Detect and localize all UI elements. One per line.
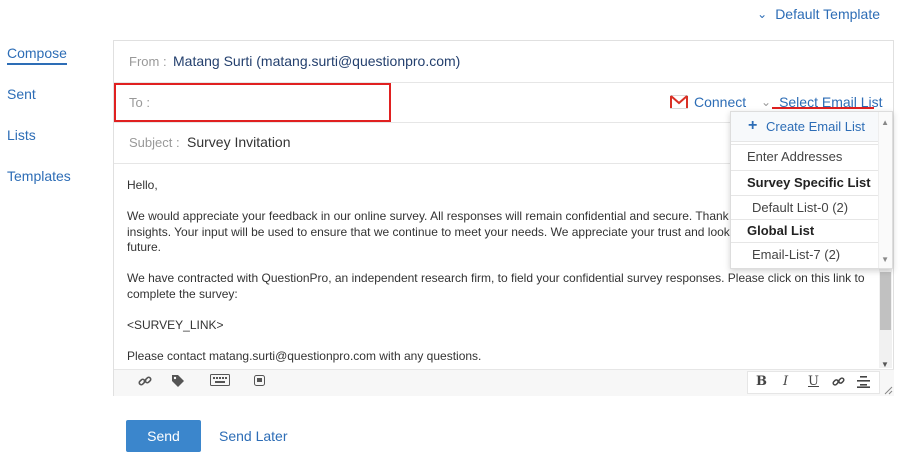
body-p1-line-1: We would appreciate your feedback in our… — [127, 209, 765, 223]
nav-item-lists[interactable]: Lists — [7, 127, 36, 143]
scroll-down-arrow-icon[interactable]: ▼ — [881, 255, 889, 264]
snippet-icon[interactable] — [254, 374, 265, 389]
global-list-header: Global List — [731, 220, 878, 243]
gmail-icon — [670, 95, 688, 109]
body-survey-link: <SURVEY_LINK> — [127, 317, 224, 332]
connect-label: Connect — [694, 94, 747, 110]
nav-item-compose[interactable]: Compose — [7, 45, 67, 65]
body-greeting: Hello, — [127, 178, 158, 192]
subject-label: Subject : — [129, 135, 180, 150]
template-selector-label: Default Template — [775, 6, 880, 22]
scroll-up-arrow-icon[interactable]: ▲ — [881, 118, 889, 127]
chevron-down-icon: ⌄ — [761, 95, 772, 109]
plus-icon: + — [748, 117, 758, 134]
default-list-label: Default List-0 (2) — [752, 200, 849, 215]
from-label: From : — [129, 54, 167, 69]
align-center-icon[interactable] — [857, 375, 870, 393]
create-email-list-label: Create Email List — [766, 119, 865, 134]
connect-gmail-button[interactable]: Connect — [670, 94, 746, 110]
global-list-label: Global List — [747, 223, 815, 238]
body-p2-line-1: We have contracted with QuestionPro, an … — [127, 271, 865, 285]
body-p1-line-3: future. — [127, 240, 162, 254]
to-field-highlight[interactable] — [114, 83, 391, 122]
from-value: Matang Surti (matang.surti@questionpro.c… — [173, 53, 461, 69]
email-list-7-label: Email-List-7 (2) — [752, 247, 841, 262]
resize-handle-icon[interactable] — [884, 382, 893, 400]
enter-addresses-label: Enter Addresses — [747, 149, 843, 164]
bold-button[interactable]: B — [756, 374, 767, 389]
survey-specific-list-header: Survey Specific List — [731, 171, 878, 194]
template-selector[interactable]: ⌄ Default Template — [757, 6, 880, 22]
send-later-link[interactable]: Send Later — [219, 428, 288, 444]
italic-button[interactable]: I — [783, 374, 788, 389]
chevron-down-icon: ⌄ — [757, 7, 768, 21]
subject-value[interactable]: Survey Invitation — [187, 134, 291, 150]
survey-specific-list-label: Survey Specific List — [747, 175, 871, 190]
email-list-7-item[interactable]: Email-List-7 (2) — [731, 243, 878, 267]
nav-item-templates[interactable]: Templates — [7, 168, 71, 184]
body-contact: Please contact matang.surti@questionpro.… — [127, 348, 482, 363]
keyboard-icon[interactable] — [210, 374, 230, 389]
underline-button[interactable]: U — [808, 374, 819, 389]
email-list-dropdown: + Create Email List Enter Addresses Surv… — [730, 111, 893, 269]
send-button[interactable]: Send — [126, 420, 201, 452]
default-list-item[interactable]: Default List-0 (2) — [731, 196, 878, 219]
scroll-down-arrow-icon[interactable]: ▼ — [881, 360, 889, 369]
select-email-list-underline — [772, 107, 874, 109]
tags-icon[interactable] — [171, 374, 186, 391]
body-p1-line-2: insights. Your input will be used to ens… — [127, 224, 763, 239]
enter-addresses-item[interactable]: Enter Addresses — [731, 145, 878, 169]
dropdown-scrollbar[interactable]: ▲ ▼ — [878, 112, 892, 268]
body-paragraph-1: We would appreciate your feedback in our… — [127, 209, 765, 256]
body-p2-line-2: complete the survey: — [127, 286, 238, 301]
link-format-icon[interactable] — [832, 375, 845, 393]
email-body[interactable]: Hello, We would appreciate your feedback… — [127, 178, 865, 380]
body-scrollbar-thumb[interactable] — [880, 272, 891, 330]
from-row: From : Matang Surti (matang.surti@questi… — [114, 41, 893, 83]
body-paragraph-2: We have contracted with QuestionPro, an … — [127, 271, 865, 302]
link-icon[interactable] — [138, 374, 152, 391]
create-email-list-item[interactable]: + Create Email List — [731, 112, 878, 142]
nav-item-sent[interactable]: Sent — [7, 86, 36, 102]
